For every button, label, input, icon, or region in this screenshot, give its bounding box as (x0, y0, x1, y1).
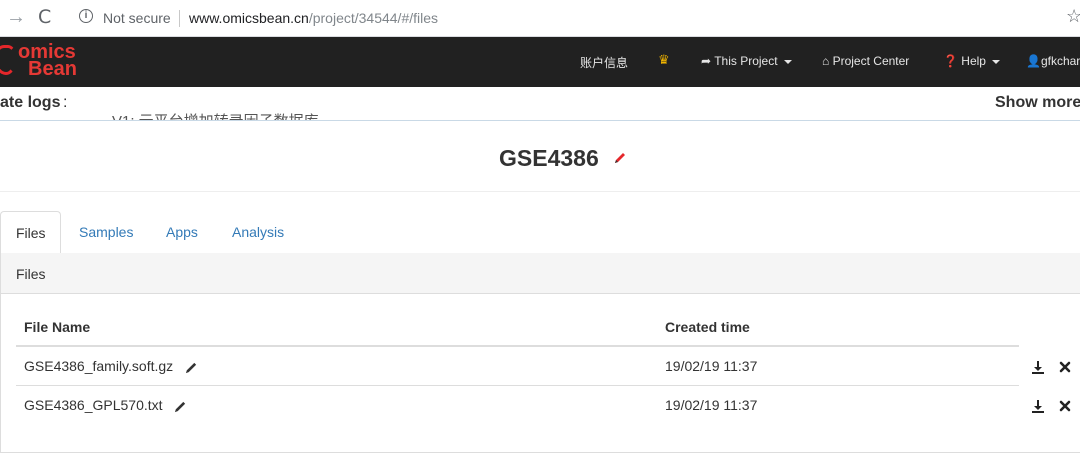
files-panel-heading: Files (1, 253, 1080, 294)
column-header-created-time: Created time (657, 308, 1019, 347)
address-bar[interactable]: www.omicsbean.cn/project/34544/#/files (189, 10, 438, 26)
pencil-icon[interactable] (174, 400, 187, 413)
close-icon[interactable] (1058, 360, 1072, 374)
logo-text-line2: Bean (28, 58, 77, 80)
nav-project-center-label: Project Center (832, 54, 910, 68)
url-path: /project/34544/#/files (308, 10, 439, 26)
omicsbean-logo[interactable]: omics Bean (0, 41, 80, 83)
user-icon: 👤 (1026, 54, 1041, 68)
table-row: GSE4386_family.soft.gz 19/02/19 11:37 (16, 345, 1019, 385)
nav-this-project-label: This Project (714, 54, 778, 68)
panel-title: Files (16, 266, 46, 282)
file-name-cell: GSE4386_family.soft.gz (16, 345, 657, 385)
file-name: GSE4386_family.soft.gz (24, 357, 174, 374)
project-header: GSE4386 (0, 121, 1080, 192)
project-tabs: Files Samples Apps Analysis (0, 211, 1080, 254)
tab-files[interactable]: Files (0, 211, 61, 254)
nav-this-project[interactable]: ➦ This Project (701, 54, 792, 68)
download-icon[interactable] (1031, 360, 1045, 374)
home-icon: ⌂ (822, 54, 830, 68)
created-time: 19/02/19 11:37 (657, 384, 1019, 424)
nav-project-center[interactable]: ⌂ Project Center (822, 54, 909, 68)
edit-title-pencil-icon[interactable] (613, 151, 627, 165)
tab-samples[interactable]: Samples (79, 211, 133, 253)
pencil-icon[interactable] (185, 361, 198, 374)
update-logs-ticker: V1: 云平台增加转录因子数据库 (112, 110, 319, 120)
nav-user-label: gfkchar (1040, 54, 1080, 68)
logo-swirl (0, 45, 16, 75)
nav-help[interactable]: ❓ Help (943, 54, 1000, 68)
browser-toolbar: → C i Not secure www.omicsbean.cn/projec… (0, 0, 1080, 37)
update-logs-bar: ate logs : V1: 云平台增加转录因子数据库 Show more (0, 87, 1080, 121)
file-name-cell: GSE4386_GPL570.txt (16, 384, 657, 424)
url-host: www.omicsbean.cn (189, 10, 309, 26)
question-circle-icon: ❓ (943, 54, 958, 68)
back-arrow-icon[interactable]: → (6, 6, 26, 29)
file-name: GSE4386_GPL570.txt (24, 396, 163, 413)
crown-icon[interactable]: ♛ (658, 52, 670, 68)
files-table: File Name Created time GSE4386_family.so… (16, 308, 1019, 424)
address-divider (179, 10, 180, 27)
nav-account-info[interactable]: 账户信息 (580, 54, 628, 71)
info-icon[interactable]: i (79, 9, 93, 23)
update-logs-label: ate logs (0, 94, 61, 111)
project-title: GSE4386 (499, 145, 599, 171)
star-icon[interactable]: ☆ (1066, 6, 1080, 27)
share-icon: ➦ (701, 54, 712, 68)
column-header-file-name: File Name (16, 308, 657, 347)
table-header-row: File Name Created time (16, 308, 1019, 347)
files-panel: Files File Name Created time GSE4386_fam… (0, 253, 1080, 453)
nav-user[interactable]: 👤gfkchar (1026, 54, 1080, 68)
top-navbar: omics Bean 账户信息 ♛ ➦ This Project ⌂ Proje… (0, 37, 1080, 87)
caret-down-icon (991, 59, 1000, 64)
download-icon[interactable] (1031, 399, 1045, 413)
nav-help-label: Help (961, 54, 986, 68)
tab-analysis[interactable]: Analysis (232, 211, 284, 253)
security-label[interactable]: Not secure (103, 10, 171, 26)
close-icon[interactable] (1058, 399, 1072, 413)
show-more-link[interactable]: Show more (995, 94, 1080, 112)
update-logs-colon: : (63, 94, 68, 111)
table-row: GSE4386_GPL570.txt 19/02/19 11:37 (16, 384, 1019, 424)
created-time: 19/02/19 11:37 (657, 345, 1019, 385)
tab-apps[interactable]: Apps (166, 211, 198, 253)
caret-down-icon (783, 59, 792, 64)
reload-icon[interactable]: C (38, 6, 51, 28)
